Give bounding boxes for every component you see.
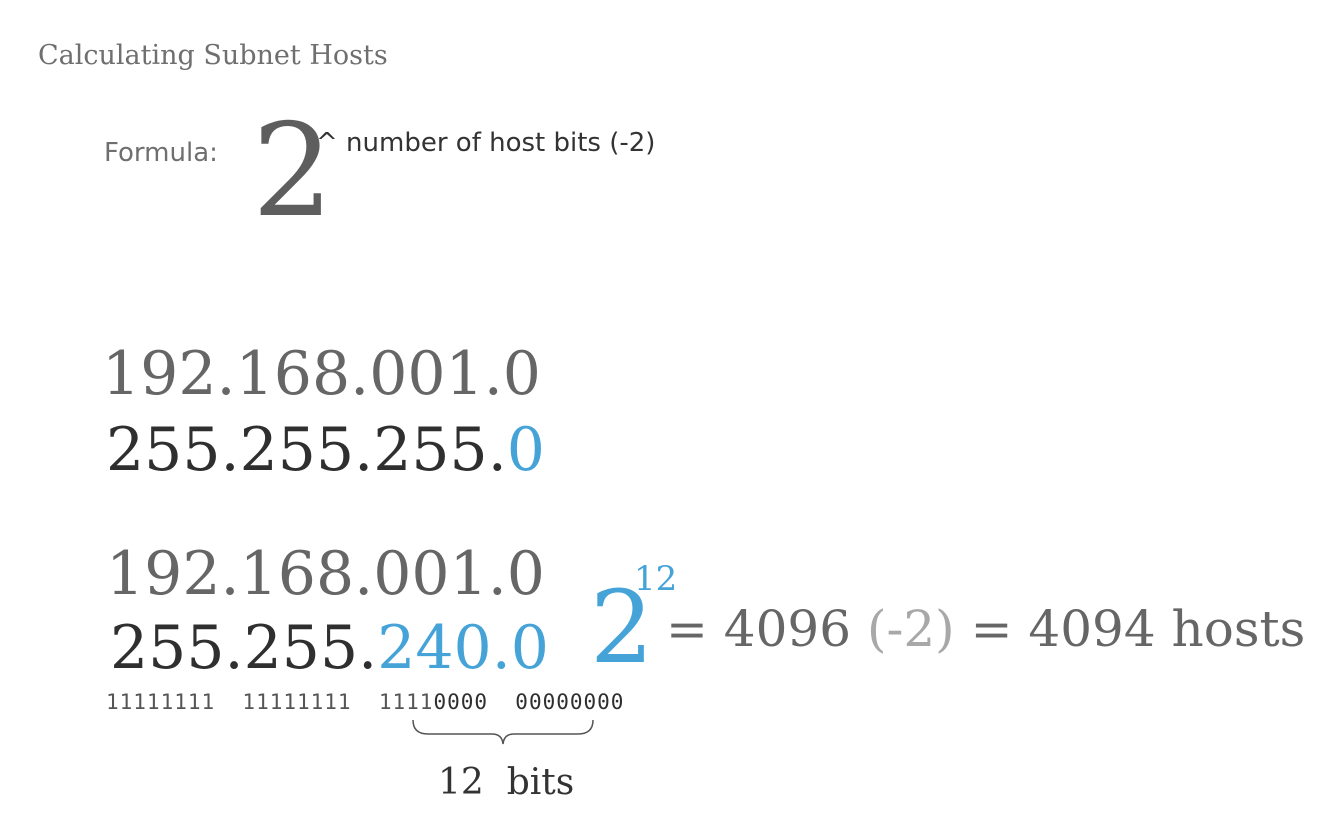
binary-host-bits: 0000 00000000 — [433, 690, 625, 714]
example1-subnet-mask: 255.255.255.0 — [106, 420, 545, 480]
example2-mask-host-part: 240.0 — [377, 613, 549, 683]
binary-network-bits: 11111111 11111111 1111 — [106, 690, 434, 714]
example1-mask-host-part: 0 — [506, 415, 545, 485]
result-exponent: 12 — [634, 559, 678, 599]
page-title: Calculating Subnet Hosts — [38, 40, 388, 71]
example1-mask-network-part: 255.255.255. — [106, 415, 507, 485]
example2-ip-address: 192.168.001.0 — [106, 539, 545, 609]
result-minus-two: (-2) — [866, 600, 955, 658]
result-hosts: = 4094 hosts — [970, 600, 1306, 658]
example1-ip-address: 192.168.001.0 — [102, 339, 541, 409]
result-total: = 4096 — [666, 600, 852, 658]
formula-exponent: ^ number of host bits (-2) — [316, 128, 656, 158]
mask-binary: 11111111 11111111 11110000 00000000 — [106, 690, 624, 714]
result-equation: = 4096 (-2) = 4094 hosts — [666, 604, 1305, 654]
example2-mask-network-part: 255.255. — [110, 613, 378, 683]
host-bits-brace — [412, 719, 594, 745]
host-bits-label: 12 bits — [438, 762, 575, 803]
formula-label: Formula: — [104, 138, 218, 168]
example2-subnet-mask: 255.255.240.0 — [110, 618, 549, 678]
